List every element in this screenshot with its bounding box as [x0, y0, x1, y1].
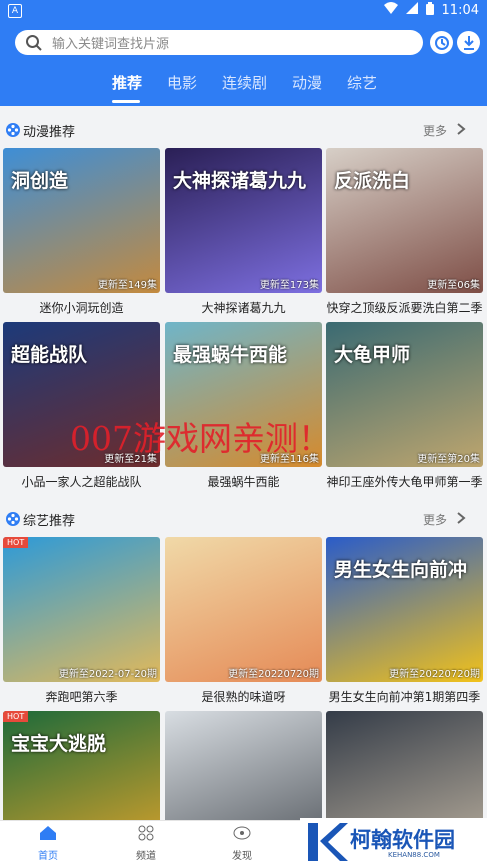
- status-bar: A 11:04: [0, 0, 487, 20]
- tab-movie[interactable]: 电影: [167, 72, 197, 93]
- poster-thumbnail[interactable]: 洞创造更新至149集: [3, 148, 160, 293]
- media-card[interactable]: 反派洗白更新至06集快穿之顶级反派要洗白第二季: [326, 148, 483, 316]
- logo-subtext: KEHAN88.COM: [388, 851, 440, 859]
- tab-series[interactable]: 连续剧: [222, 72, 267, 93]
- history-icon: [434, 35, 449, 50]
- home-icon: [40, 826, 56, 840]
- media-card[interactable]: 大龟甲师更新至第20集神印王座外传大龟甲师第一季: [326, 322, 483, 490]
- episode-badge: 更新至173集: [259, 280, 319, 291]
- chevron-right-icon[interactable]: [455, 122, 467, 136]
- battery-icon: [425, 1, 434, 19]
- search-placeholder: 输入关键词查找片源: [52, 37, 170, 52]
- media-card[interactable]: 最强蜗牛西能 更新至116集 最强蜗牛西能: [165, 322, 322, 490]
- more-link[interactable]: 更多: [423, 511, 447, 528]
- active-tab-indicator: [112, 100, 140, 103]
- episode-badge: 更新至149集: [97, 280, 157, 291]
- media-title[interactable]: 奔跑吧第六季: [3, 688, 160, 705]
- nav-label: 发现: [232, 851, 252, 862]
- media-title[interactable]: 神印王座外传大龟甲师第一季: [326, 473, 483, 490]
- poster-title-art: 超能战队: [11, 344, 88, 366]
- more-link[interactable]: 更多: [423, 122, 447, 139]
- poster-art: [3, 537, 160, 682]
- grid-icon: [138, 825, 154, 841]
- media-title[interactable]: 迷你小洞玩创造: [3, 299, 160, 316]
- chevron-right-icon[interactable]: [455, 511, 467, 525]
- section-header-anime: 动漫推荐 更多: [0, 115, 487, 145]
- media-title[interactable]: 最强蜗牛西能: [165, 473, 322, 490]
- k-logo-icon: [308, 823, 348, 861]
- poster-title-art: 最强蜗牛西能: [173, 344, 288, 366]
- app-notification-icon: A: [8, 4, 22, 18]
- section-header-variety: 综艺推荐 更多: [0, 504, 487, 534]
- signal-icon: [405, 2, 418, 18]
- hot-badge: HOT: [3, 711, 29, 722]
- nav-channel[interactable]: 频道: [126, 825, 166, 862]
- category-tabs: 推荐 电影 连续剧 动漫 综艺: [0, 72, 487, 102]
- poster-thumbnail[interactable]: 大神探诸葛九九更新至173集: [165, 148, 322, 293]
- episode-badge: 更新至06集: [427, 280, 480, 291]
- logo-text: 柯翰软件园: [350, 828, 455, 852]
- media-title[interactable]: 大神探诸葛九九: [165, 299, 322, 316]
- episode-badge: 更新至2022-07-20期: [58, 669, 157, 680]
- download-button[interactable]: [457, 31, 480, 54]
- site-logo: 柯翰软件园 KEHAN88.COM: [300, 818, 487, 865]
- poster-title-art: 大龟甲师: [334, 344, 411, 366]
- section-title: 动漫推荐: [23, 125, 76, 140]
- media-card[interactable]: 超能战队 更新至21集 小品一家人之超能战队: [3, 322, 160, 490]
- history-button[interactable]: [430, 31, 453, 54]
- wifi-icon: [383, 2, 398, 18]
- nav-discover[interactable]: 发现: [222, 825, 262, 862]
- search-bar[interactable]: 输入关键词查找片源: [15, 30, 423, 55]
- media-title[interactable]: 男生女生向前冲第1期第四季: [326, 688, 483, 705]
- episode-badge: 更新至20220720期: [228, 669, 319, 680]
- media-card[interactable]: 更新至20220720期是很熟的味道呀: [165, 537, 322, 705]
- episode-badge: 更新至第20集: [417, 454, 480, 465]
- clock-text: 11:04: [441, 2, 479, 18]
- poster-title-art: 大神探诸葛九九: [173, 170, 307, 192]
- hot-badge: HOT: [3, 537, 29, 548]
- film-reel-icon: [6, 512, 20, 526]
- poster-thumbnail[interactable]: 大龟甲师更新至第20集: [326, 322, 483, 467]
- episode-badge: 更新至20220720期: [389, 669, 480, 680]
- poster-thumbnail[interactable]: HOT 更新至2022-07-20期: [3, 537, 160, 682]
- search-icon: [26, 34, 42, 51]
- nav-label: 首页: [38, 851, 58, 862]
- poster-thumbnail[interactable]: 男生女生向前冲更新至20220720期: [326, 537, 483, 682]
- poster-title-art: 宝宝大逃脱: [11, 733, 107, 755]
- watermark-text: 007游戏网亲测！: [70, 419, 331, 458]
- media-title[interactable]: 小品一家人之超能战队: [3, 473, 160, 490]
- nav-home[interactable]: 首页: [28, 825, 68, 862]
- media-card[interactable]: HOT 更新至2022-07-20期奔跑吧第六季: [3, 537, 160, 705]
- poster-title-art: 洞创造: [11, 170, 69, 192]
- tab-variety[interactable]: 综艺: [347, 72, 377, 93]
- media-title[interactable]: 是很熟的味道呀: [165, 688, 322, 705]
- download-icon: [463, 35, 474, 50]
- poster-title-art: 男生女生向前冲: [334, 559, 468, 581]
- poster-art: [165, 537, 322, 682]
- media-card[interactable]: 男生女生向前冲更新至20220720期男生女生向前冲第1期第四季: [326, 537, 483, 705]
- media-card[interactable]: 洞创造更新至149集迷你小洞玩创造: [3, 148, 160, 316]
- nav-label: 频道: [136, 851, 156, 862]
- tab-recommend[interactable]: 推荐: [112, 72, 142, 93]
- poster-thumbnail[interactable]: 反派洗白更新至06集: [326, 148, 483, 293]
- film-reel-icon: [6, 123, 20, 137]
- poster-thumbnail[interactable]: 更新至20220720期: [165, 537, 322, 682]
- poster-title-art: 反派洗白: [334, 170, 411, 192]
- discover-icon: [233, 826, 251, 840]
- tab-anime[interactable]: 动漫: [292, 72, 322, 93]
- section-title: 综艺推荐: [23, 514, 76, 529]
- media-card[interactable]: 大神探诸葛九九 更新至173集 大神探诸葛九九: [165, 148, 322, 316]
- media-title[interactable]: 快穿之顶级反派要洗白第二季: [326, 299, 483, 316]
- top-header: 输入关键词查找片源 推荐 电影 连续剧 动漫 综艺: [0, 20, 487, 106]
